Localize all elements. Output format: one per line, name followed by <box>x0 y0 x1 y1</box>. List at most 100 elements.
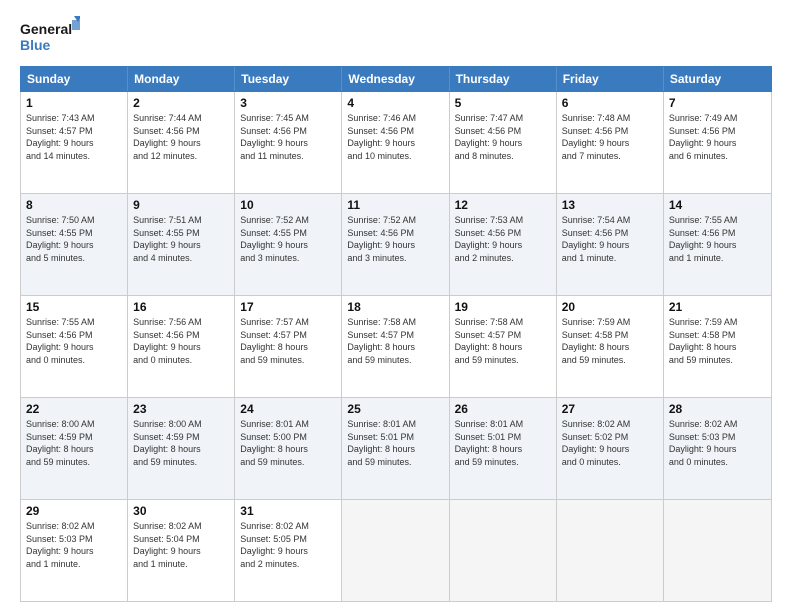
cell-text: Sunset: 5:04 PM <box>133 533 229 546</box>
day-number: 25 <box>347 402 443 416</box>
cell-text: and 1 minute. <box>26 558 122 571</box>
day-number: 5 <box>455 96 551 110</box>
calendar-week: 22Sunrise: 8:00 AMSunset: 4:59 PMDayligh… <box>21 397 771 499</box>
cell-text: Sunrise: 8:02 AM <box>669 418 766 431</box>
day-number: 4 <box>347 96 443 110</box>
calendar-cell: 10Sunrise: 7:52 AMSunset: 4:55 PMDayligh… <box>235 194 342 295</box>
cell-text: and 1 minute. <box>562 252 658 265</box>
day-number: 12 <box>455 198 551 212</box>
cell-text: Sunset: 5:03 PM <box>669 431 766 444</box>
cell-text: Sunset: 4:56 PM <box>455 125 551 138</box>
cell-text: Sunset: 4:56 PM <box>562 125 658 138</box>
cell-text: Sunset: 4:57 PM <box>455 329 551 342</box>
calendar-cell: 31Sunrise: 8:02 AMSunset: 5:05 PMDayligh… <box>235 500 342 601</box>
day-number: 7 <box>669 96 766 110</box>
cell-text: Daylight: 9 hours <box>26 545 122 558</box>
calendar-cell: 21Sunrise: 7:59 AMSunset: 4:58 PMDayligh… <box>664 296 771 397</box>
day-number: 3 <box>240 96 336 110</box>
day-number: 29 <box>26 504 122 518</box>
cell-text: and 59 minutes. <box>669 354 766 367</box>
cell-text: and 3 minutes. <box>347 252 443 265</box>
calendar-cell: 13Sunrise: 7:54 AMSunset: 4:56 PMDayligh… <box>557 194 664 295</box>
calendar-cell: 22Sunrise: 8:00 AMSunset: 4:59 PMDayligh… <box>21 398 128 499</box>
cell-text: Sunset: 4:56 PM <box>133 329 229 342</box>
cell-text: and 0 minutes. <box>562 456 658 469</box>
cell-text: Sunrise: 8:01 AM <box>455 418 551 431</box>
cell-text: Sunrise: 8:02 AM <box>562 418 658 431</box>
cell-text: Daylight: 9 hours <box>562 137 658 150</box>
cell-text: Sunrise: 8:01 AM <box>240 418 336 431</box>
cell-text: Sunset: 4:56 PM <box>347 227 443 240</box>
header-day: Sunday <box>21 67 128 91</box>
cell-text: Sunset: 4:59 PM <box>133 431 229 444</box>
calendar-week: 1Sunrise: 7:43 AMSunset: 4:57 PMDaylight… <box>21 92 771 193</box>
cell-text: Sunrise: 8:01 AM <box>347 418 443 431</box>
cell-text: and 0 minutes. <box>669 456 766 469</box>
cell-text: Sunset: 4:55 PM <box>133 227 229 240</box>
cell-text: Sunrise: 7:51 AM <box>133 214 229 227</box>
cell-text: Sunrise: 7:53 AM <box>455 214 551 227</box>
header-day: Saturday <box>664 67 771 91</box>
cell-text: Daylight: 9 hours <box>26 341 122 354</box>
cell-text: and 5 minutes. <box>26 252 122 265</box>
cell-text: Sunrise: 7:49 AM <box>669 112 766 125</box>
header-day: Tuesday <box>235 67 342 91</box>
calendar-cell: 7Sunrise: 7:49 AMSunset: 4:56 PMDaylight… <box>664 92 771 193</box>
cell-text: Sunset: 4:56 PM <box>240 125 336 138</box>
calendar-cell: 6Sunrise: 7:48 AMSunset: 4:56 PMDaylight… <box>557 92 664 193</box>
day-number: 22 <box>26 402 122 416</box>
cell-text: Sunset: 5:05 PM <box>240 533 336 546</box>
calendar-cell: 5Sunrise: 7:47 AMSunset: 4:56 PMDaylight… <box>450 92 557 193</box>
calendar-cell: 19Sunrise: 7:58 AMSunset: 4:57 PMDayligh… <box>450 296 557 397</box>
calendar-cell: 20Sunrise: 7:59 AMSunset: 4:58 PMDayligh… <box>557 296 664 397</box>
cell-text: and 59 minutes. <box>240 456 336 469</box>
day-number: 15 <box>26 300 122 314</box>
day-number: 19 <box>455 300 551 314</box>
calendar-cell: 12Sunrise: 7:53 AMSunset: 4:56 PMDayligh… <box>450 194 557 295</box>
calendar-cell: 14Sunrise: 7:55 AMSunset: 4:56 PMDayligh… <box>664 194 771 295</box>
calendar-cell: 15Sunrise: 7:55 AMSunset: 4:56 PMDayligh… <box>21 296 128 397</box>
cell-text: and 0 minutes. <box>26 354 122 367</box>
day-number: 31 <box>240 504 336 518</box>
cell-text: Sunset: 5:03 PM <box>26 533 122 546</box>
cell-text: Sunrise: 8:00 AM <box>26 418 122 431</box>
cell-text: Sunset: 4:58 PM <box>669 329 766 342</box>
calendar-cell: 11Sunrise: 7:52 AMSunset: 4:56 PMDayligh… <box>342 194 449 295</box>
cell-text: Sunrise: 7:56 AM <box>133 316 229 329</box>
cell-text: and 4 minutes. <box>133 252 229 265</box>
cell-text: Sunset: 4:57 PM <box>26 125 122 138</box>
cell-text: Daylight: 9 hours <box>669 443 766 456</box>
day-number: 9 <box>133 198 229 212</box>
cell-text: Daylight: 9 hours <box>562 239 658 252</box>
calendar-cell: 24Sunrise: 8:01 AMSunset: 5:00 PMDayligh… <box>235 398 342 499</box>
cell-text: Sunrise: 7:54 AM <box>562 214 658 227</box>
calendar-body: 1Sunrise: 7:43 AMSunset: 4:57 PMDaylight… <box>20 92 772 602</box>
day-number: 11 <box>347 198 443 212</box>
day-number: 27 <box>562 402 658 416</box>
cell-text: Sunrise: 7:43 AM <box>26 112 122 125</box>
day-number: 8 <box>26 198 122 212</box>
logo: General Blue <box>20 16 80 56</box>
header-day: Wednesday <box>342 67 449 91</box>
cell-text: Daylight: 9 hours <box>133 341 229 354</box>
header-day: Monday <box>128 67 235 91</box>
cell-text: Sunrise: 7:59 AM <box>562 316 658 329</box>
cell-text: Daylight: 8 hours <box>455 443 551 456</box>
cell-text: Sunrise: 7:55 AM <box>26 316 122 329</box>
day-number: 14 <box>669 198 766 212</box>
calendar-cell <box>664 500 771 601</box>
cell-text: and 2 minutes. <box>240 558 336 571</box>
cell-text: and 59 minutes. <box>455 456 551 469</box>
calendar-cell: 17Sunrise: 7:57 AMSunset: 4:57 PMDayligh… <box>235 296 342 397</box>
cell-text: Sunrise: 7:50 AM <box>26 214 122 227</box>
calendar-cell: 1Sunrise: 7:43 AMSunset: 4:57 PMDaylight… <box>21 92 128 193</box>
cell-text: and 59 minutes. <box>347 354 443 367</box>
cell-text: and 59 minutes. <box>562 354 658 367</box>
header-day: Thursday <box>450 67 557 91</box>
day-number: 21 <box>669 300 766 314</box>
day-number: 2 <box>133 96 229 110</box>
cell-text: Sunset: 4:56 PM <box>562 227 658 240</box>
cell-text: Sunset: 4:59 PM <box>26 431 122 444</box>
cell-text: Sunset: 4:58 PM <box>562 329 658 342</box>
cell-text: Daylight: 8 hours <box>669 341 766 354</box>
